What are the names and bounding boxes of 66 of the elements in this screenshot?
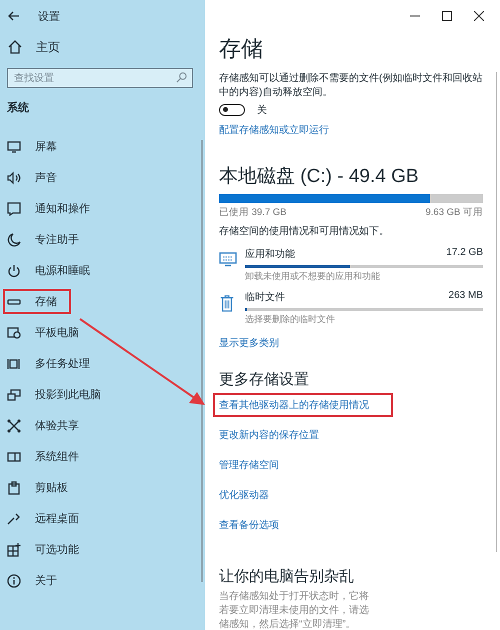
home-nav-item[interactable]: 主页 [0,32,205,62]
show-more-link[interactable]: 显示更多类别 [219,336,279,350]
tablet-icon [7,326,21,340]
trash-icon [219,294,235,312]
nav-item[interactable]: 投影到此电脑 [0,379,107,410]
sound-icon [7,170,21,184]
back-arrow-icon[interactable] [8,11,20,21]
nav-item[interactable]: 通知和操作 [0,193,96,224]
nav-item[interactable]: 多任务处理 [0,348,96,379]
page-title: 存储 [219,35,264,63]
nav-item[interactable]: 系统组件 [0,441,85,472]
clipboard-icon [7,480,21,494]
nav-item[interactable]: 声音 [0,162,63,193]
used-label: 已使用 39.7 GB [219,206,286,219]
nav-item[interactable]: 剪贴板 [0,472,74,503]
home-icon [8,40,22,54]
components-icon [7,450,21,464]
settings-link[interactable]: 查看备份选项 [213,513,285,537]
moon-icon [7,232,21,246]
section-heading: 让你的电脑告别杂乱 [219,567,355,586]
cleanup-text: 当存储感知处于打开状态时，它将 [219,590,370,604]
storage-sense-description: 存储感知可以通过删除不需要的文件(例如临时文件和回收站中的内容)自动释放空间。 [219,72,484,100]
category-size: 263 MB [448,290,483,303]
nav-item[interactable]: 远程桌面 [0,503,85,534]
info-icon [7,574,21,588]
close-icon[interactable] [474,11,484,21]
share-icon [7,418,21,432]
nav-item[interactable]: 可选功能 [0,534,85,565]
cleanup-text: 若要立即清理未使用的文件，请选 [219,604,370,618]
power-icon [7,264,21,278]
category-hint: 卸载未使用或不想要的应用和功能 [245,270,381,283]
category-hint: 选择要删除的临时文件 [245,313,336,326]
nav-item[interactable]: 平板电脑 [0,317,85,348]
nav-item[interactable]: 电源和睡眠 [0,255,96,286]
category-name[interactable]: 临时文件 [245,290,285,304]
highlighted-nav-item[interactable]: 存储 [3,289,71,314]
window-title: 设置 [38,10,60,24]
nav-item[interactable]: 关于 [0,565,63,596]
highlighted-settings-link[interactable]: 查看其他驱动器上的存储使用情况 [213,393,393,417]
search-icon [176,72,187,83]
optional-icon [7,542,21,556]
configure-link[interactable]: 配置存储感知或立即运行 [219,123,329,137]
disk-title: 本地磁盘 (C:) - 49.4 GB [219,165,420,189]
category-name[interactable]: 应用和功能 [245,247,295,261]
nav-item[interactable]: 专注助手 [0,224,85,255]
cleanup-text: 储感知，然后选择“立即清理”。 [219,618,357,630]
settings-link[interactable]: 优化驱动器 [213,483,275,507]
multitask-icon [7,356,21,370]
project-icon [7,388,21,402]
maximize-icon[interactable] [442,11,452,21]
nav-item[interactable]: 屏幕 [0,131,63,162]
category-size: 17.2 GB [446,247,483,260]
nav-item[interactable]: 体验共享 [0,410,85,441]
toggle-label: 关 [257,104,267,117]
search-field[interactable]: 查找设置 [7,68,193,88]
usage-caption: 存储空间的使用情况和可用情况如下。 [219,224,390,238]
remote-icon [7,512,21,526]
monitor-icon [219,251,237,267]
section-heading: 更多存储设置 [219,370,310,389]
section-heading: 系统 [6,100,30,116]
toggle-switch[interactable] [219,104,245,116]
notify-icon [7,202,21,216]
free-label: 9.63 GB 可用 [426,206,483,219]
display-icon [7,140,21,154]
settings-link[interactable]: 更改新内容的保存位置 [213,423,325,447]
settings-link[interactable]: 管理存储空间 [213,453,285,477]
